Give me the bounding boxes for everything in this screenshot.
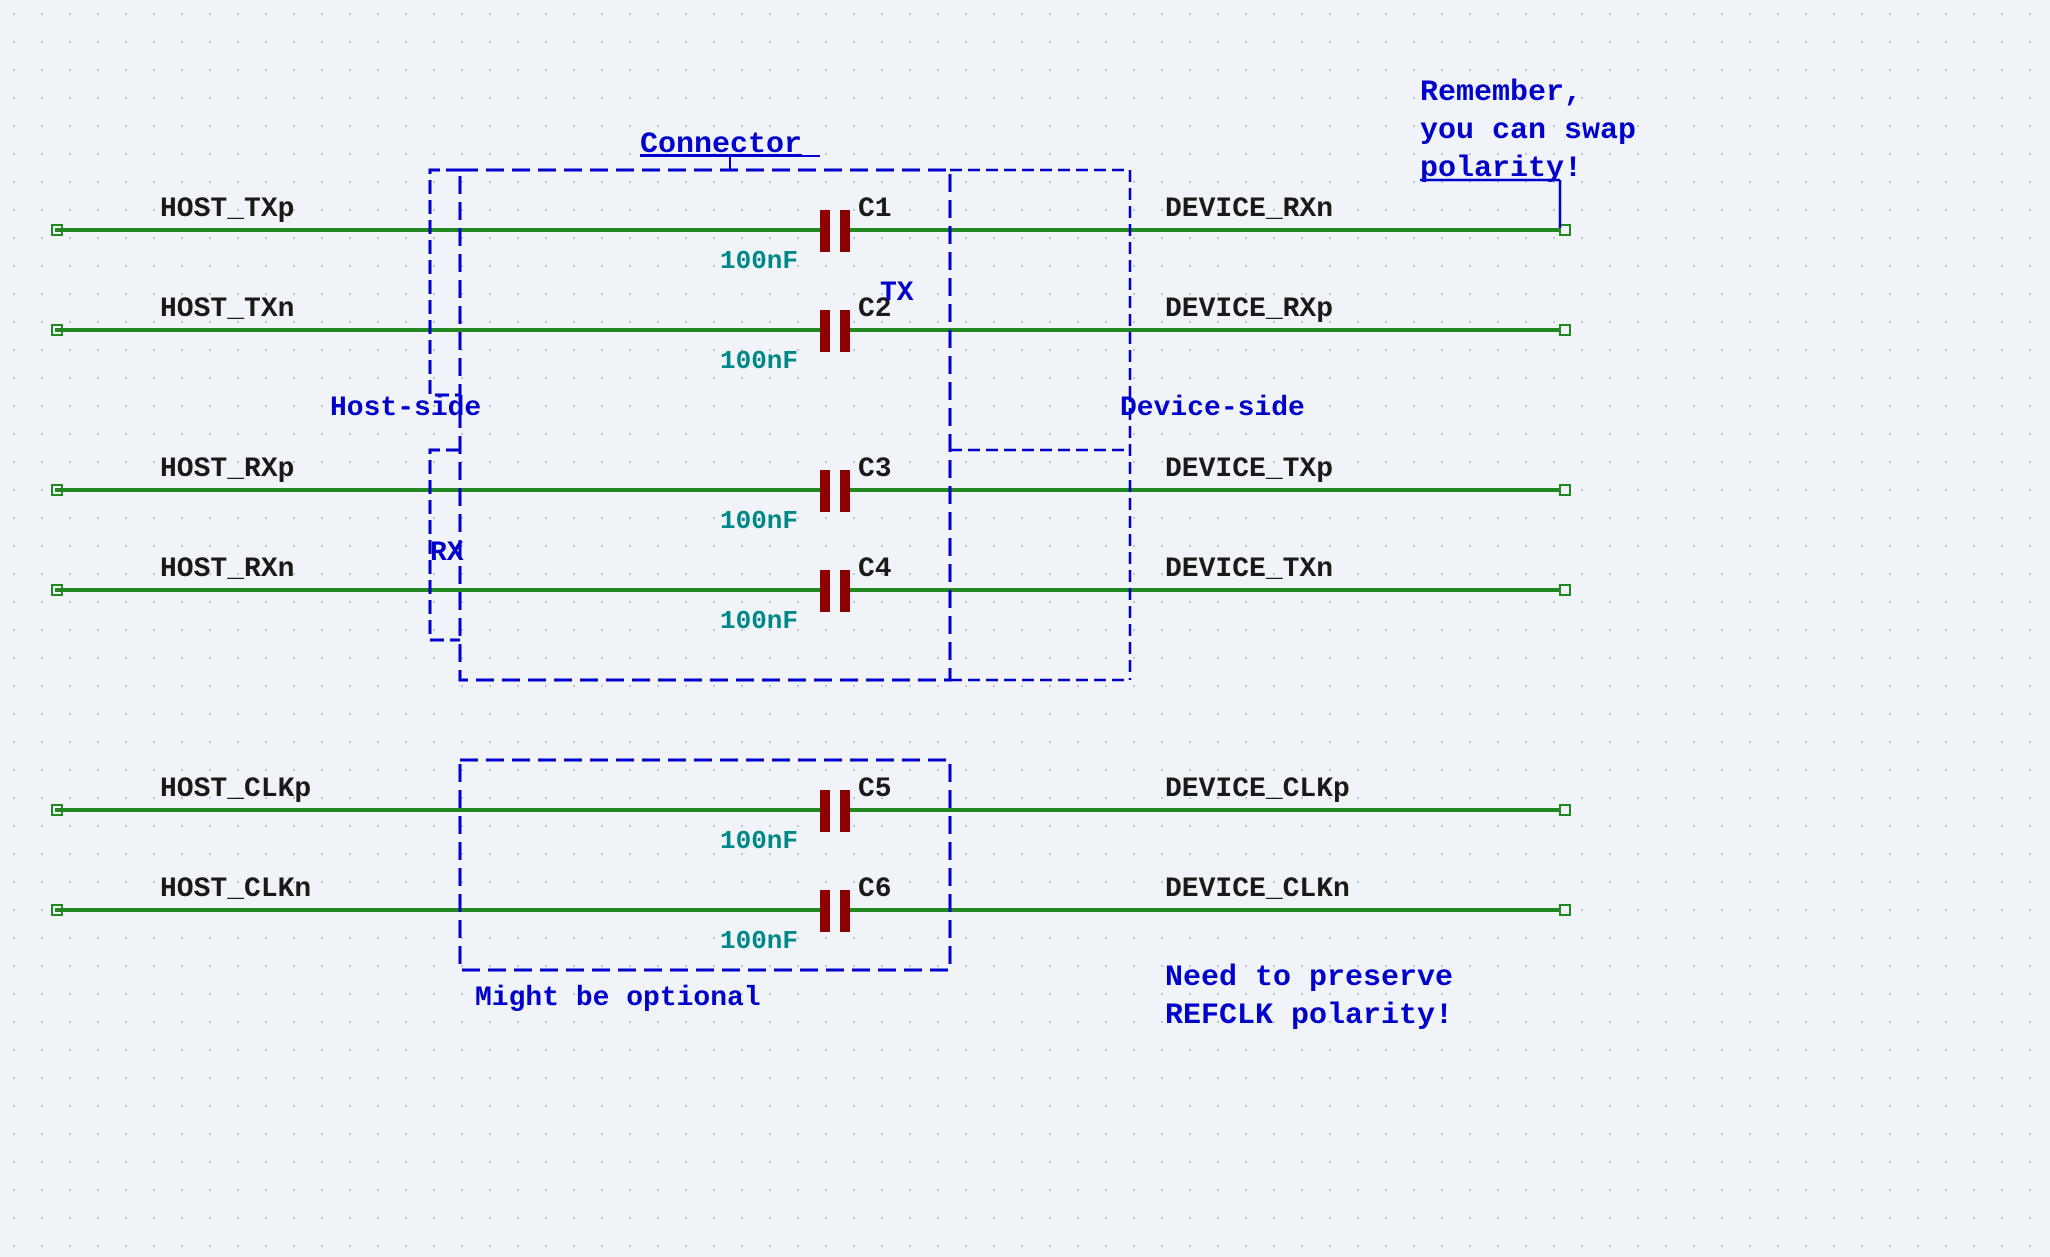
- label-tx: TX: [880, 278, 914, 309]
- label-c1: C1: [858, 194, 892, 225]
- label-c4: C4: [858, 554, 892, 585]
- label-host-clkp: HOST_CLKp: [160, 774, 311, 805]
- label-device-rxp: DEVICE_RXp: [1165, 294, 1333, 325]
- note-remember-line2: you can swap: [1420, 114, 1636, 148]
- label-device-txp: DEVICE_TXp: [1165, 454, 1333, 485]
- label-c5-value: 100nF: [720, 826, 798, 856]
- label-host-rxp: HOST_RXp: [160, 454, 294, 485]
- label-host-clkn: HOST_CLKn: [160, 874, 311, 905]
- label-c4-value: 100nF: [720, 606, 798, 636]
- label-device-txn: DEVICE_TXn: [1165, 554, 1333, 585]
- label-c6: C6: [858, 874, 892, 905]
- label-c3-value: 100nF: [720, 506, 798, 536]
- note-refclk-line2: REFCLK polarity!: [1165, 999, 1453, 1033]
- connector-box: [460, 170, 950, 680]
- label-device-clkp: DEVICE_CLKp: [1165, 774, 1350, 805]
- tx-bracket-left: [430, 170, 460, 395]
- label-c6-value: 100nF: [720, 926, 798, 956]
- label-c2-value: 100nF: [720, 346, 798, 376]
- schematic-diagram: HOST_TXp 100nF C1 DEVICE_RXn HOST_TXn 10…: [0, 0, 2050, 1257]
- label-c5: C5: [858, 774, 892, 805]
- might-be-optional-label: Might be optional: [475, 983, 761, 1014]
- device-side-label: Device-side: [1120, 393, 1305, 424]
- note-remember-line1: Remember,: [1420, 76, 1582, 110]
- label-c3: C3: [858, 454, 892, 485]
- label-host-rxn: HOST_RXn: [160, 554, 294, 585]
- label-c1-value: 100nF: [720, 246, 798, 276]
- host-side-label: Host-side: [330, 393, 481, 424]
- note-refclk-line1: Need to preserve: [1165, 961, 1453, 995]
- label-device-clkn: DEVICE_CLKn: [1165, 874, 1350, 905]
- label-host-txn: HOST_TXn: [160, 294, 294, 325]
- label-host-txp: HOST_TXp: [160, 194, 294, 225]
- label-device-rxn: DEVICE_RXn: [1165, 194, 1333, 225]
